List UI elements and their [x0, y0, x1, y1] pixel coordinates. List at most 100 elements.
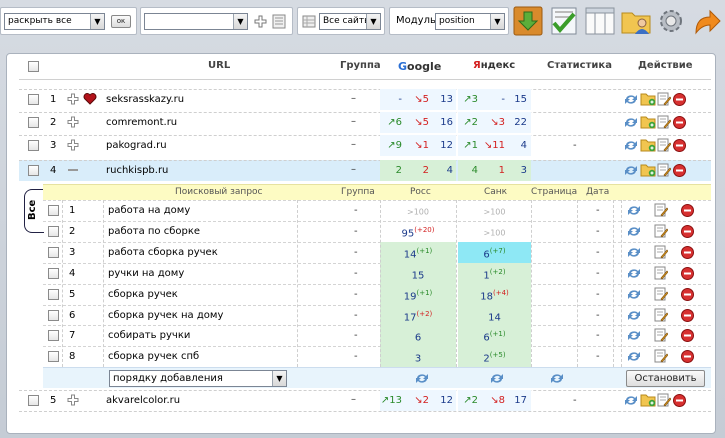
expand-icon[interactable] — [67, 394, 79, 406]
download-icon[interactable] — [512, 5, 544, 37]
forward-arrow-icon[interactable] — [690, 5, 722, 37]
edit-icon[interactable] — [657, 393, 671, 407]
delete-icon[interactable] — [681, 288, 694, 301]
refresh-ross-icon[interactable] — [415, 372, 429, 385]
folder-user-icon[interactable] — [620, 5, 652, 37]
refresh-icon[interactable] — [627, 350, 641, 363]
refresh-icon[interactable] — [627, 225, 641, 238]
sites-select[interactable]: Все сайты ▼ — [319, 13, 381, 30]
sankt-col-header: Санк — [484, 187, 508, 197]
edit-icon[interactable] — [657, 92, 671, 106]
keyword-checkbox[interactable] — [48, 226, 59, 237]
site-checkbox[interactable] — [28, 140, 39, 151]
edit-icon[interactable] — [657, 138, 671, 152]
refresh-page-icon[interactable] — [550, 372, 564, 385]
ross-value: 17 — [403, 312, 417, 324]
tab-all[interactable]: Все — [24, 189, 44, 233]
ross-position: 6 — [380, 330, 456, 343]
edit-icon[interactable] — [654, 245, 668, 259]
delete-icon[interactable] — [681, 204, 694, 217]
stop-button[interactable]: Остановить — [626, 370, 705, 387]
refresh-icon[interactable] — [627, 329, 641, 342]
add-folder-icon[interactable] — [640, 392, 656, 407]
check-list-icon[interactable] — [548, 5, 580, 37]
refresh-icon[interactable] — [624, 164, 638, 177]
refresh-icon[interactable] — [624, 93, 638, 106]
site-checkbox[interactable] — [28, 94, 39, 105]
refresh-icon[interactable] — [624, 139, 638, 152]
ross-position: >100 — [380, 205, 456, 217]
delete-icon[interactable] — [681, 309, 694, 322]
site-url[interactable]: comremont.ru — [106, 117, 177, 128]
delete-icon[interactable] — [673, 116, 686, 129]
add-folder-icon[interactable] — [640, 91, 656, 106]
heart-icon[interactable] — [83, 92, 97, 105]
edit-icon[interactable] — [654, 224, 668, 238]
delete-icon[interactable] — [681, 329, 694, 342]
gear-icon[interactable] — [655, 5, 687, 37]
delete-icon[interactable] — [681, 225, 694, 238]
add-folder-icon[interactable] — [640, 114, 656, 129]
keyword-checkbox[interactable] — [48, 289, 59, 300]
site-checkbox[interactable] — [28, 165, 39, 176]
edit-icon[interactable] — [654, 203, 668, 217]
refresh-icon[interactable] — [627, 246, 641, 259]
site-url[interactable]: seksrasskazy.ru — [106, 94, 184, 105]
keyword-checkbox[interactable] — [48, 247, 59, 258]
keyword-group: - — [354, 289, 358, 300]
site-checkbox[interactable] — [28, 395, 39, 406]
ok-button[interactable]: ок — [111, 15, 131, 28]
sort-select[interactable]: порядку добавления ▼ — [109, 370, 287, 387]
select-all-checkbox[interactable] — [28, 61, 39, 72]
keyword-checkbox[interactable] — [48, 205, 59, 216]
modul-select[interactable]: position ▼ — [435, 13, 505, 30]
delete-icon[interactable] — [673, 93, 686, 106]
refresh-sankt-icon[interactable] — [490, 372, 504, 385]
collapse-icon[interactable] — [67, 164, 79, 176]
edit-icon[interactable] — [657, 115, 671, 129]
keyword-checkbox[interactable] — [48, 310, 59, 321]
edit-icon[interactable] — [654, 349, 668, 363]
delete-icon[interactable] — [681, 350, 694, 363]
sites-controls: Все сайты ▼ — [297, 7, 385, 35]
edit-icon[interactable] — [654, 308, 668, 322]
keyword-checkbox[interactable] — [48, 268, 59, 279]
refresh-icon[interactable] — [624, 116, 638, 129]
expand-select[interactable]: раскрыть все ▼ — [4, 13, 105, 30]
refresh-icon[interactable] — [624, 394, 638, 407]
edit-icon[interactable] — [654, 328, 668, 342]
sankt-position: 6(+1) — [458, 330, 531, 343]
delete-icon[interactable] — [681, 267, 694, 280]
columns-icon[interactable] — [584, 5, 616, 37]
expand-icon[interactable] — [67, 139, 79, 151]
list-edit-icon[interactable] — [272, 14, 286, 29]
refresh-icon[interactable] — [627, 267, 641, 280]
edit-icon[interactable] — [654, 266, 668, 280]
delete-icon[interactable] — [673, 394, 686, 407]
keyword-checkbox[interactable] — [48, 351, 59, 362]
chevron-down-icon: ▼ — [272, 371, 286, 386]
position-value: ↘2 — [414, 395, 429, 406]
expand-icon[interactable] — [67, 93, 79, 105]
site-url[interactable]: akvarelcolor.ru — [106, 395, 180, 406]
refresh-icon[interactable] — [627, 204, 641, 217]
site-url[interactable]: ruchkispb.ru — [106, 165, 168, 176]
refresh-icon[interactable] — [627, 288, 641, 301]
site-checkbox[interactable] — [28, 117, 39, 128]
add-group-icon[interactable] — [254, 15, 267, 28]
delete-icon[interactable] — [681, 246, 694, 259]
refresh-icon[interactable] — [627, 309, 641, 322]
keyword-checkbox[interactable] — [48, 330, 59, 341]
delete-icon[interactable] — [673, 164, 686, 177]
ross-value: 19 — [403, 291, 417, 303]
ross-position: 17(+2) — [380, 310, 456, 323]
delete-icon[interactable] — [673, 139, 686, 152]
site-url[interactable]: pakograd.ru — [106, 140, 167, 151]
keyword-date: - — [596, 310, 600, 321]
add-folder-icon[interactable] — [640, 162, 656, 177]
add-folder-icon[interactable] — [640, 137, 656, 152]
edit-icon[interactable] — [654, 287, 668, 301]
group-select[interactable]: ▼ — [144, 13, 248, 30]
edit-icon[interactable] — [657, 163, 671, 177]
expand-icon[interactable] — [67, 116, 79, 128]
